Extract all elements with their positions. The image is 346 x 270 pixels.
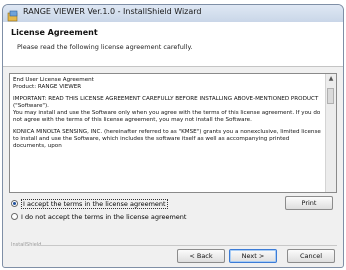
- license-paragraph: End User License Agreement Product: RANG…: [13, 77, 94, 90]
- wizard-header: License Agreement Please read the follow…: [3, 22, 343, 67]
- license-scrollbar[interactable]: ▲: [325, 74, 336, 192]
- installer-window: RANGE VIEWER Ver.1.0 - InstallShield Wiz…: [2, 4, 344, 268]
- footer-divider: [37, 245, 337, 246]
- page-title: License Agreement: [11, 28, 98, 37]
- page-subtitle: Please read the following license agreem…: [17, 43, 193, 51]
- print-button[interactable]: Print: [285, 196, 333, 210]
- cancel-button[interactable]: Cancel: [287, 249, 335, 263]
- license-text-box[interactable]: End User License Agreement Product: RANG…: [9, 73, 337, 193]
- license-paragraph: KONICA MINOLTA SENSING, INC. (hereinafte…: [13, 129, 321, 149]
- next-button[interactable]: Next >: [229, 249, 277, 263]
- title-bar[interactable]: RANGE VIEWER Ver.1.0 - InstallShield Wiz…: [3, 5, 343, 23]
- license-paragraph: IMPORTANT: READ THIS LICENSE AGREEMENT C…: [13, 96, 321, 123]
- installer-app-icon: [7, 7, 19, 22]
- scroll-up-icon[interactable]: ▲: [326, 74, 336, 84]
- decline-label[interactable]: I do not accept the terms in the license…: [21, 213, 186, 221]
- window-title: RANGE VIEWER Ver.1.0 - InstallShield Wiz…: [23, 7, 202, 16]
- decline-radio[interactable]: [11, 213, 18, 220]
- license-text: End User License Agreement Product: RANG…: [13, 77, 323, 155]
- accept-label[interactable]: I accept the terms in the license agreem…: [21, 199, 168, 209]
- back-button[interactable]: < Back: [177, 249, 225, 263]
- decline-option[interactable]: I do not accept the terms in the license…: [11, 212, 186, 222]
- accept-radio[interactable]: [11, 200, 18, 207]
- scroll-thumb[interactable]: [327, 88, 334, 104]
- accept-option[interactable]: I accept the terms in the license agreem…: [11, 199, 168, 209]
